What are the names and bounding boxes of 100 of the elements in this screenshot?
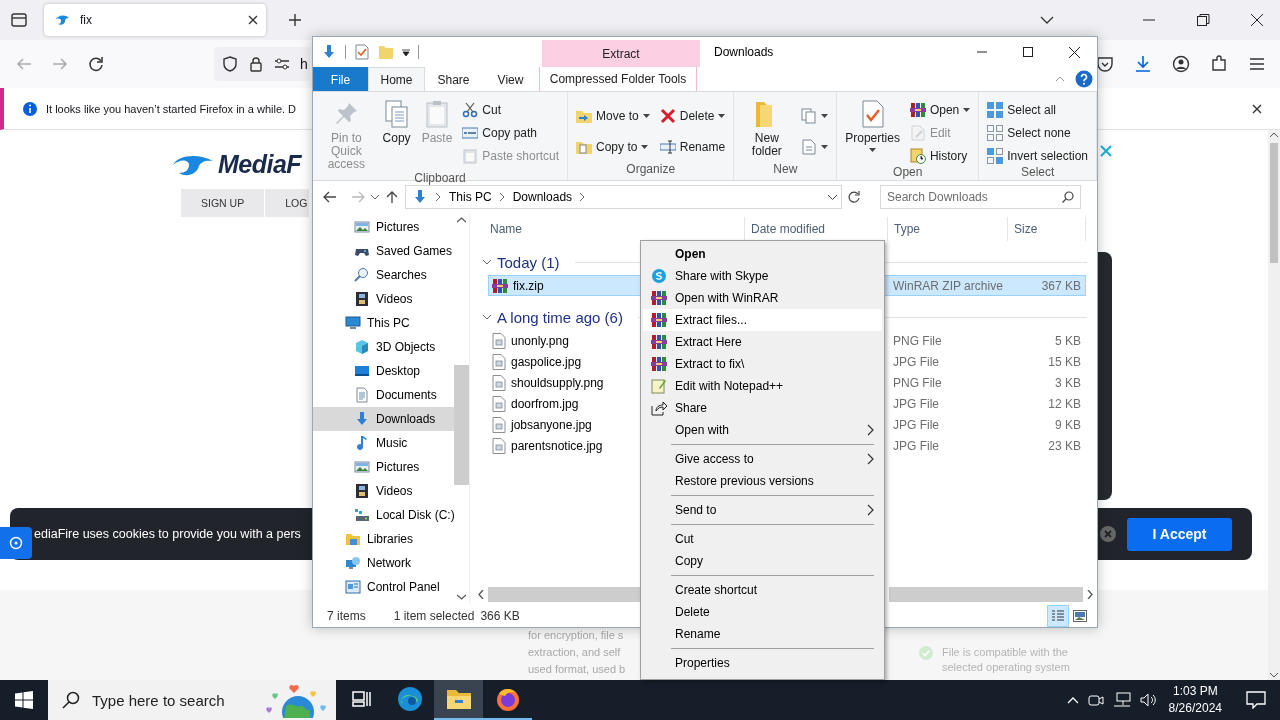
browser-tab[interactable]: fix — [44, 4, 266, 36]
speaker-icon[interactable] — [1138, 692, 1157, 708]
taskbar-search-field[interactable]: Type here to search — [48, 680, 336, 720]
scrollbar[interactable] — [1268, 130, 1280, 680]
file-item[interactable]: jobsanyone.jpg — [488, 414, 641, 435]
nav-item[interactable]: Control Panel — [313, 575, 454, 599]
notifications-icon[interactable] — [1246, 691, 1266, 709]
menu-item[interactable]: Rename — [643, 623, 882, 645]
scroll-thumb[interactable] — [1270, 143, 1278, 263]
ribbon-button[interactable]: Select all — [985, 100, 1090, 119]
nav-item[interactable]: Videos — [313, 479, 454, 503]
ribbon-button[interactable]: Copy path — [460, 123, 562, 142]
chevron-down-icon[interactable] — [482, 312, 492, 322]
nav-item[interactable]: Music — [313, 431, 454, 455]
ribbon-button[interactable] — [799, 137, 831, 156]
ribbon-button[interactable]: Properties — [843, 95, 902, 152]
file-details[interactable]: JPG File 23 KB — [885, 435, 1086, 456]
file-details[interactable]: JPG File 12 KB — [885, 393, 1086, 414]
nav-link[interactable]: SIGN UP — [181, 189, 265, 217]
menu-item[interactable]: Properties — [643, 652, 882, 674]
menu-item[interactable]: Create shortcut — [643, 579, 882, 601]
ribbon-button[interactable]: History — [907, 146, 973, 165]
address-field[interactable]: h — [214, 47, 310, 81]
ribbon-button[interactable]: Select none — [985, 123, 1090, 142]
menu-item[interactable]: Share — [643, 397, 882, 419]
dropdown-caret-icon[interactable] — [828, 194, 837, 200]
nav-item[interactable]: Documents — [313, 383, 454, 407]
accept-button[interactable]: I Accept — [1127, 517, 1232, 551]
pocket-icon[interactable] — [1096, 55, 1114, 73]
ribbon-button[interactable]: Open — [907, 100, 973, 119]
taskbar-app[interactable] — [434, 680, 483, 720]
nav-item[interactable]: 3D Objects — [313, 335, 454, 359]
nav-item[interactable]: Desktop — [313, 359, 454, 383]
menu-item[interactable]: Open with — [643, 419, 882, 441]
file-item[interactable]: gaspolice.jpg — [488, 351, 641, 372]
back-icon[interactable] — [323, 190, 337, 204]
collapse-ribbon-icon[interactable] — [1055, 76, 1065, 82]
menu-item[interactable]: Share with Skype — [643, 265, 882, 287]
ribbon-button[interactable]: Rename — [657, 134, 728, 159]
menu-item[interactable]: Send to — [643, 499, 882, 521]
ribbon-button[interactable]: New folder — [740, 95, 794, 158]
menu-item[interactable]: Cut — [643, 528, 882, 550]
menu-item[interactable]: Open — [643, 243, 882, 265]
file-details[interactable]: JPG File 15 KB — [885, 351, 1086, 372]
reload-icon[interactable] — [88, 56, 104, 72]
search-field[interactable]: Search Downloads — [880, 185, 1081, 209]
file-details[interactable]: PNG File 5 KB — [885, 330, 1086, 351]
breadcrumb[interactable]: This PC — [449, 190, 492, 204]
nav-item[interactable]: Downloads — [313, 407, 454, 431]
account-icon[interactable] — [1172, 55, 1190, 73]
ribbon-button[interactable]: Copy — [379, 95, 414, 145]
menu-item[interactable]: Delete — [643, 601, 882, 623]
view-button[interactable] — [1047, 604, 1069, 627]
menu-item[interactable]: Edit with Notepad++ — [643, 375, 882, 397]
group-header[interactable]: A long time ago (6) — [497, 308, 623, 326]
help-icon[interactable] — [1075, 70, 1093, 88]
menu-item[interactable]: Give access to — [643, 448, 882, 470]
clock[interactable]: 1:03 PM 8/26/2024 — [1168, 683, 1222, 717]
scroll-thumb[interactable] — [454, 365, 469, 485]
nav-item[interactable]: Pictures — [313, 215, 454, 239]
address-bar[interactable]: This PC Downloads — [405, 185, 842, 209]
settings-button[interactable] — [0, 527, 32, 559]
file-details[interactable]: WinRAR ZIP archive 367 KB — [885, 275, 1086, 296]
chevron-down-icon[interactable] — [482, 257, 492, 267]
file-details[interactable]: PNG File 3 KB — [885, 372, 1086, 393]
ribbon-button[interactable]: Delete — [657, 103, 728, 128]
menu-item[interactable]: Copy — [643, 550, 882, 572]
nav-link[interactable]: LOG — [265, 189, 310, 217]
ribbon-button[interactable]: Invert selection — [985, 146, 1090, 165]
dropdown-caret-icon[interactable] — [402, 48, 410, 56]
up-icon[interactable] — [385, 190, 399, 204]
menu-item[interactable]: Extract Here — [643, 331, 882, 353]
extensions-icon[interactable] — [1210, 55, 1228, 73]
nav-item[interactable]: Libraries — [313, 527, 454, 551]
ribbon-button[interactable]: Cut — [460, 100, 562, 119]
close-icon[interactable] — [248, 15, 258, 25]
menu-item[interactable]: Extract files... — [643, 309, 882, 331]
properties-icon[interactable] — [354, 44, 370, 60]
menu-item[interactable]: Restore previous versions — [643, 470, 882, 492]
file-item[interactable]: shouldsupply.png — [488, 372, 641, 393]
menu-icon[interactable] — [1248, 55, 1266, 73]
file-item[interactable]: parentsnotice.jpg — [488, 435, 641, 456]
chevron-down-icon[interactable] — [1040, 16, 1054, 24]
file-details[interactable]: JPG File 9 KB — [885, 414, 1086, 435]
ribbon-tab[interactable]: Home — [368, 67, 425, 91]
chevron-up-icon[interactable] — [1066, 696, 1079, 704]
menu-item[interactable]: Open with WinRAR — [643, 287, 882, 309]
nav-item[interactable]: Searches — [313, 263, 454, 287]
nav-item[interactable]: Saved Games — [313, 239, 454, 263]
nav-item[interactable]: Pictures — [313, 455, 454, 479]
scroll-thumb[interactable] — [889, 587, 1083, 602]
scroll-thumb[interactable] — [488, 587, 641, 602]
file-item[interactable]: doorfrom.jpg — [488, 393, 641, 414]
group-header[interactable]: Today (1) — [497, 253, 560, 271]
network-icon[interactable] — [1112, 692, 1131, 708]
nav-item[interactable]: Videos — [313, 287, 454, 311]
recent-locations-icon[interactable] — [371, 194, 379, 200]
close-icon[interactable] — [1252, 103, 1262, 114]
nav-item[interactable]: Local Disk (C:) — [313, 503, 454, 527]
file-item[interactable]: unonly.png — [488, 330, 641, 351]
